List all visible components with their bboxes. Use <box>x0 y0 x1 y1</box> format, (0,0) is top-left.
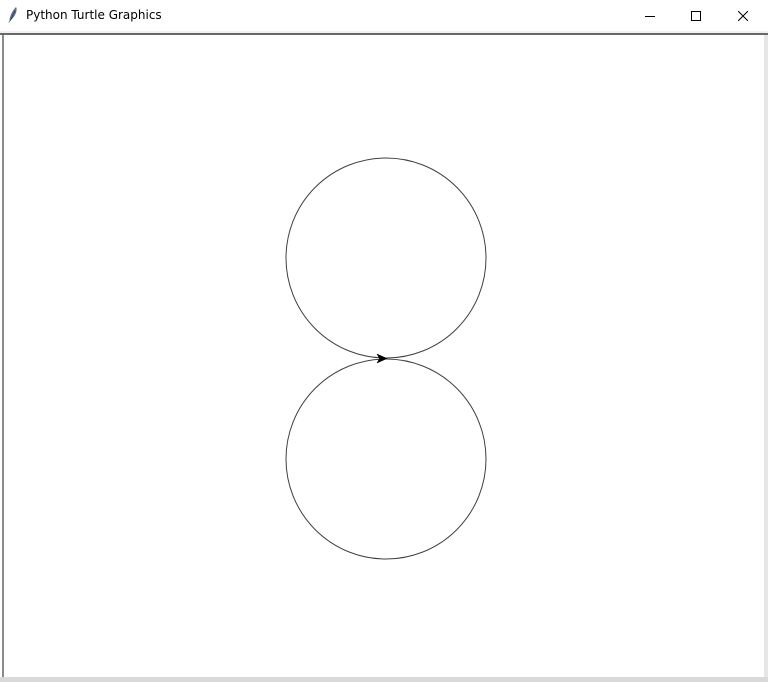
turtle-window: Python Turtle Graphics <box>0 0 768 682</box>
lower-circle <box>285 358 487 560</box>
drawing-layer <box>285 157 487 560</box>
turtle-arrow-icon <box>376 353 388 364</box>
upper-circle <box>285 157 487 359</box>
